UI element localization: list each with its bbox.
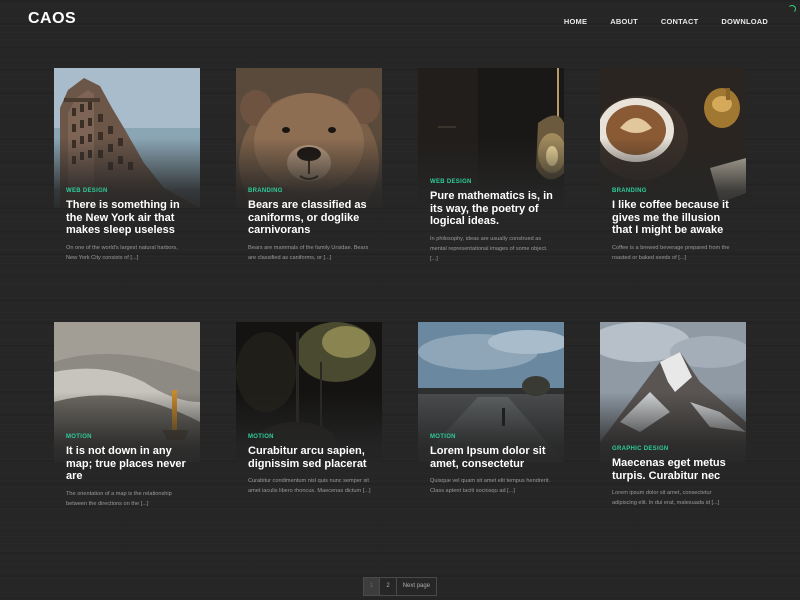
post-card[interactable]: WEB DESIGN There is something in the New… — [54, 68, 200, 261]
post-meta: MOTION Lorem Ipsum dolor sit amet, conse… — [430, 434, 554, 496]
post-excerpt: Coffee is a brewed beverage prepared fro… — [612, 244, 730, 261]
post-title[interactable]: Curabitur arcu sapien, dignissim sed pla… — [248, 445, 372, 470]
post-meta: BRANDING I like coffee because it gives … — [612, 188, 736, 263]
post-title[interactable]: I like coffee because it gives me the il… — [612, 199, 736, 237]
post-title[interactable]: Pure mathematics is, in its way, the poe… — [430, 190, 554, 228]
post-card[interactable]: BRANDING Bears are classified as canifor… — [236, 68, 382, 261]
nav-download[interactable]: DOWNLOAD — [721, 17, 768, 26]
post-category[interactable]: MOTION — [66, 434, 190, 440]
post-title[interactable]: There is something in the New York air t… — [66, 199, 190, 237]
post-excerpt: On one of the world's largest natural ha… — [66, 244, 178, 261]
post-category[interactable]: BRANDING — [612, 188, 736, 194]
loading-spinner-icon — [788, 5, 796, 13]
post-thumbnail[interactable] — [600, 322, 746, 462]
post-card[interactable]: MOTION Lorem Ipsum dolor sit amet, conse… — [418, 322, 564, 494]
post-title[interactable]: Maecenas eget metus turpis. Curabitur ne… — [612, 457, 736, 482]
main-nav: HOME ABOUT CONTACT DOWNLOAD — [564, 17, 768, 26]
post-title[interactable]: It is not down in any map; true places n… — [66, 445, 190, 483]
next-page-link[interactable]: Next page — [397, 578, 436, 595]
site-header: CAOS HOME ABOUT CONTACT DOWNLOAD — [0, 0, 800, 48]
post-excerpt: Bears are mammals of the family Ursidae.… — [248, 244, 369, 261]
post-card[interactable]: BRANDING I like coffee because it gives … — [600, 68, 746, 261]
post-card[interactable]: MOTION It is not down in any map; true p… — [54, 322, 200, 507]
post-excerpt: Quisque vel quam sit amet elit tempus he… — [430, 478, 551, 494]
post-excerpt: In philosophy, ideas are usually constru… — [430, 235, 548, 262]
post-title[interactable]: Lorem Ipsum dolor sit amet, consectetur — [430, 445, 554, 470]
post-thumbnail[interactable] — [54, 68, 200, 208]
nav-contact[interactable]: CONTACT — [661, 17, 699, 26]
site-logo[interactable]: CAOS — [28, 10, 76, 28]
page-1-current: 1 — [364, 578, 381, 595]
post-title[interactable]: Bears are classified as caniforms, or do… — [248, 199, 372, 237]
page-2-link[interactable]: 2 — [380, 578, 397, 595]
post-category[interactable]: WEB DESIGN — [66, 188, 190, 194]
post-card[interactable]: MOTION Curabitur arcu sapien, dignissim … — [236, 322, 382, 494]
post-excerpt: Lorem ipsum dolor sit amet, consectetur … — [612, 490, 720, 506]
post-card[interactable]: GRAPHIC DESIGN Maecenas eget metus turpi… — [600, 322, 746, 506]
post-excerpt: Curabitur condimentum nisl quis nunc sem… — [248, 478, 371, 494]
post-meta: WEB DESIGN Pure mathematics is, in its w… — [430, 179, 554, 264]
post-card[interactable]: WEB DESIGN Pure mathematics is, in its w… — [418, 68, 564, 262]
post-category[interactable]: BRANDING — [248, 188, 372, 194]
coffee-cup-image — [600, 68, 746, 208]
post-category[interactable]: MOTION — [248, 434, 372, 440]
bear-image — [236, 68, 382, 208]
post-meta: BRANDING Bears are classified as canifor… — [248, 188, 372, 263]
nav-home[interactable]: HOME — [564, 17, 587, 26]
post-thumbnail[interactable] — [236, 68, 382, 208]
post-thumbnail[interactable] — [600, 68, 746, 208]
post-category[interactable]: MOTION — [430, 434, 554, 440]
post-category[interactable]: WEB DESIGN — [430, 179, 554, 185]
matterhorn-image — [600, 322, 746, 462]
post-category[interactable]: GRAPHIC DESIGN — [612, 446, 736, 452]
post-meta: MOTION Curabitur arcu sapien, dignissim … — [248, 434, 372, 496]
post-excerpt: The orientation of a map is the relation… — [66, 490, 172, 507]
post-meta: MOTION It is not down in any map; true p… — [66, 434, 190, 509]
post-meta: WEB DESIGN There is something in the New… — [66, 188, 190, 263]
flatiron-building-image — [54, 68, 200, 208]
pagination: 1 2 Next page — [363, 577, 438, 596]
post-meta: GRAPHIC DESIGN Maecenas eget metus turpi… — [612, 446, 736, 508]
nav-about[interactable]: ABOUT — [610, 17, 638, 26]
